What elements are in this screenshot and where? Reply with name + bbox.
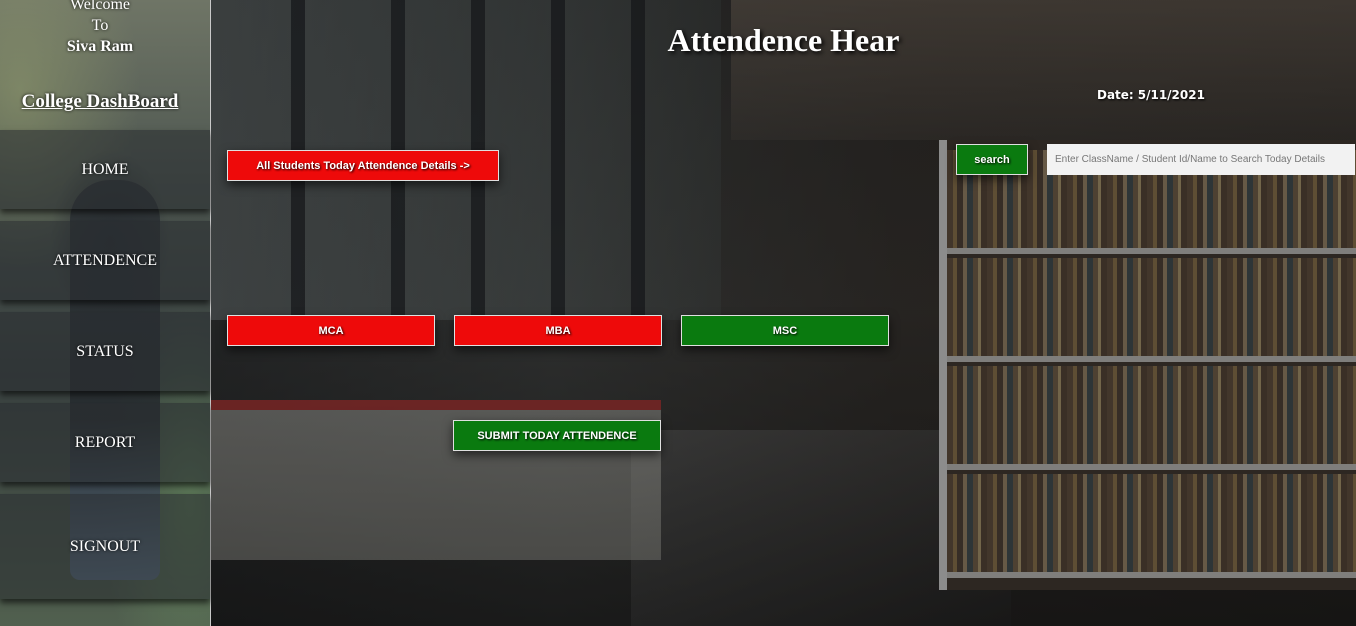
sidebar-item-attendence[interactable]: ATTENDENCE [0,221,210,300]
sidebar-item-label: HOME [81,160,129,178]
dashboard-title[interactable]: College DashBoard [0,91,200,113]
sidebar-item-label: ATTENDENCE [53,251,157,269]
search-input[interactable] [1047,144,1355,175]
sidebar-item-signout[interactable]: SIGNOUT [0,494,210,599]
search-button[interactable]: search [956,144,1028,175]
app-page: Welcome To Siva Ram College DashBoard HO… [0,0,1356,626]
sidebar-item-label: STATUS [76,342,134,360]
welcome-to-text: To [91,17,109,34]
submit-attendence-button[interactable]: SUBMIT TODAY ATTENDENCE [453,420,661,451]
background-bookshelves [939,140,1356,590]
welcome-text: Welcome [69,0,130,13]
page-title: Attendence Hear [667,22,900,58]
sidebar-item-label: SIGNOUT [69,537,141,555]
sidebar-item-report[interactable]: REPORT [0,403,210,482]
user-name: Siva Ram [66,38,134,55]
background-ceiling [731,0,1356,140]
date-label: Date: [1097,88,1134,102]
class-button-mca[interactable]: MCA [227,315,435,346]
date-display: Date: 5/11/2021 [1097,88,1237,102]
sidebar: Welcome To Siva Ram College DashBoard HO… [0,0,211,626]
sidebar-item-home[interactable]: HOME [0,130,210,209]
date-value: 5/11/2021 [1137,88,1205,102]
main-content: Attendence Hear Date: 5/11/2021 All Stude… [211,0,1356,626]
welcome-block: Welcome To Siva Ram [0,0,200,57]
sidebar-item-label: REPORT [74,433,136,451]
class-button-msc[interactable]: MSC [681,315,889,346]
sidebar-item-status[interactable]: STATUS [0,312,210,391]
class-button-mba[interactable]: MBA [454,315,662,346]
all-students-attendence-button[interactable]: All Students Today Attendence Details -> [227,150,499,181]
